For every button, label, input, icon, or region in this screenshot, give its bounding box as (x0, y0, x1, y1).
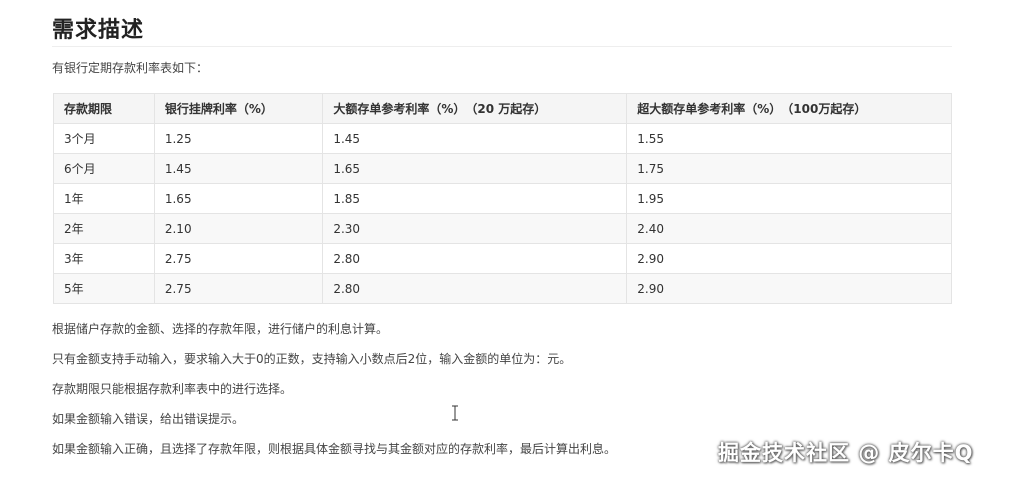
table-row: 1年 1.65 1.85 1.95 (53, 183, 952, 214)
cell-bank-rate: 1.65 (153, 183, 324, 214)
cell-bank-rate: 1.25 (153, 123, 324, 154)
cell-term: 1年 (53, 183, 155, 214)
table-row: 3个月 1.25 1.45 1.55 (53, 123, 952, 154)
requirement-paragraph: 只有金额支持手动输入，要求输入大于0的正数，支持输入小数点后2位，输入金额的单位… (52, 352, 572, 366)
table-row: 3年 2.75 2.80 2.90 (53, 243, 952, 274)
table-row: 6个月 1.45 1.65 1.75 (53, 153, 952, 184)
cell-large-rate: 1.85 (322, 183, 628, 214)
table-header-row: 存款期限 银行挂牌利率（%） 大额存单参考利率（%） （20 万起存） 超大额存… (53, 93, 952, 124)
requirement-paragraph: 如果金额输入正确，且选择了存款年限，则根据具体金额寻找与其金额对应的存款利率，最… (52, 442, 617, 456)
cell-term: 3年 (53, 243, 155, 274)
cell-large-rate: 1.45 (322, 123, 628, 154)
requirement-paragraph: 根据储户存款的金额、选择的存款年限，进行储户的利息计算。 (52, 322, 389, 336)
cell-super-large-rate: 2.40 (626, 213, 952, 244)
cell-super-large-rate: 2.90 (626, 273, 952, 304)
cell-large-rate: 2.80 (322, 243, 628, 274)
document-page: 需求描述 有银行定期存款利率表如下： 存款期限 银行挂牌利率（%） 大额存单参考… (0, 0, 1014, 484)
watermark: 掘金技术社区 @ 皮尔卡Q (718, 441, 974, 465)
cell-super-large-rate: 1.55 (626, 123, 952, 154)
cell-term: 2年 (53, 213, 155, 244)
cell-bank-rate: 2.75 (153, 273, 324, 304)
cell-large-rate: 2.30 (322, 213, 628, 244)
deposit-rate-table: 存款期限 银行挂牌利率（%） 大额存单参考利率（%） （20 万起存） 超大额存… (53, 93, 952, 304)
cell-bank-rate: 1.45 (153, 153, 324, 184)
intro-text: 有银行定期存款利率表如下： (52, 61, 209, 75)
header-large-deposit-rate: 大额存单参考利率（%） （20 万起存） (322, 93, 628, 124)
page-title: 需求描述 (52, 18, 145, 43)
requirement-paragraph: 存款期限只能根据存款利率表中的进行选择。 (52, 382, 293, 396)
cell-term: 5年 (53, 273, 155, 304)
cell-bank-rate: 2.75 (153, 243, 324, 274)
cell-bank-rate: 2.10 (153, 213, 324, 244)
cell-term: 3个月 (53, 123, 155, 154)
cell-super-large-rate: 2.90 (626, 243, 952, 274)
header-super-large-deposit-rate: 超大额存单参考利率（%） （100万起存） (626, 93, 952, 124)
requirement-paragraph: 如果金额输入错误，给出错误提示。 (52, 412, 245, 426)
header-bank-rate: 银行挂牌利率（%） (153, 93, 324, 124)
text-cursor-icon (451, 405, 459, 421)
cell-term: 6个月 (53, 153, 155, 184)
cell-large-rate: 2.80 (322, 273, 628, 304)
cell-super-large-rate: 1.75 (626, 153, 952, 184)
table-row: 5年 2.75 2.80 2.90 (53, 273, 952, 304)
header-term: 存款期限 (53, 93, 155, 124)
cell-super-large-rate: 1.95 (626, 183, 952, 214)
heading-divider (52, 46, 952, 47)
cell-large-rate: 1.65 (322, 153, 628, 184)
table-row: 2年 2.10 2.30 2.40 (53, 213, 952, 244)
